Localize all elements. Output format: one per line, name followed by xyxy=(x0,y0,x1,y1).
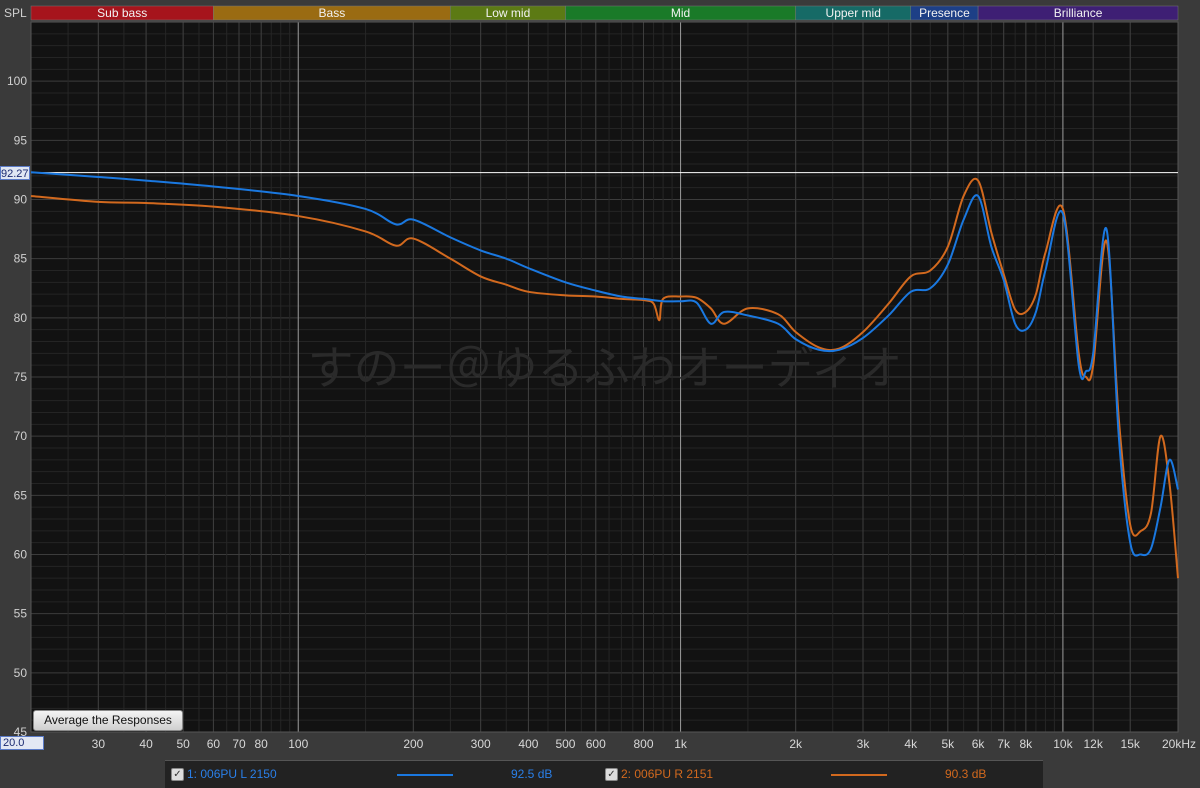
x-tick-label: 4k xyxy=(904,737,918,751)
band-label: Sub bass xyxy=(97,6,147,20)
x-tick-label: 70 xyxy=(232,737,246,751)
x-tick-label: 10k xyxy=(1053,737,1073,751)
x-tick-label: 300 xyxy=(471,737,491,751)
y-tick-label: 70 xyxy=(14,429,28,443)
x-tick-label: 600 xyxy=(586,737,606,751)
legend-value-1: 92.5 dB xyxy=(511,767,553,781)
x-tick-label: 200 xyxy=(403,737,423,751)
y-tick-label: 95 xyxy=(14,133,28,147)
y-tick-label: 50 xyxy=(14,666,28,680)
band-label: Low mid xyxy=(486,6,531,20)
frequency-response-chart[interactable]: Sub bass Bass Low mid Mid Upper mid Presence B… xyxy=(0,0,1200,760)
band-label: Mid xyxy=(671,6,690,20)
checkbox-series-2[interactable]: ✓ xyxy=(605,768,618,781)
x-tick-label: 3k xyxy=(857,737,871,751)
y-tick-label: 75 xyxy=(14,370,28,384)
x-tick-label: 30 xyxy=(92,737,106,751)
x-tick-label: 6k xyxy=(972,737,986,751)
legend-label-1: 1: 006PU L 2150 xyxy=(187,767,277,781)
x-tick-label: 100 xyxy=(288,737,308,751)
y-axis-label: SPL xyxy=(4,6,27,20)
x-tick-label: 50 xyxy=(176,737,190,751)
x-tick-label: 8k xyxy=(1020,737,1034,751)
legend-value-2: 90.3 dB xyxy=(945,767,987,781)
y-tick-label: 60 xyxy=(14,548,28,562)
x-tick-label: 80 xyxy=(255,737,269,751)
y-tick-label: 55 xyxy=(14,607,28,621)
checkbox-series-1[interactable]: ✓ xyxy=(171,768,184,781)
y-tick-label: 90 xyxy=(14,193,28,207)
band-label: Brilliance xyxy=(1054,6,1103,20)
band-label: Bass xyxy=(319,6,346,20)
band-label: Upper mid xyxy=(826,6,881,20)
x-tick-label: 12k xyxy=(1084,737,1104,751)
legend-swatch-1 xyxy=(397,774,453,776)
cursor-value-label: 92.27 xyxy=(0,166,30,180)
legend-swatch-2 xyxy=(831,774,887,776)
average-responses-button[interactable]: Average the Responses xyxy=(33,710,183,731)
x-tick-label: 500 xyxy=(555,737,575,751)
x-tick-label: 800 xyxy=(634,737,654,751)
y-tick-label: 80 xyxy=(14,311,28,325)
x-tick-label: 1k xyxy=(674,737,688,751)
x-tick-label: 2k xyxy=(789,737,803,751)
x-start-label[interactable]: 20.0 xyxy=(0,736,44,750)
y-tick-label: 65 xyxy=(14,488,28,502)
x-tick-label: 60 xyxy=(207,737,221,751)
x-tick-label: 400 xyxy=(518,737,538,751)
x-tick-label: 5k xyxy=(941,737,955,751)
band-label: Presence xyxy=(919,6,970,20)
legend-label-2: 2: 006PU R 2151 xyxy=(621,767,714,781)
x-tick-label: 7k xyxy=(997,737,1011,751)
y-tick-label: 85 xyxy=(14,252,28,266)
x-tick-label: 40 xyxy=(139,737,153,751)
legend: ✓ 1: 006PU L 2150 92.5 dB ✓ 2: 006PU R 2… xyxy=(165,760,1043,788)
y-tick-label: 100 xyxy=(7,74,27,88)
x-tick-label: 20kHz xyxy=(1162,737,1196,751)
x-tick-label: 15k xyxy=(1121,737,1141,751)
